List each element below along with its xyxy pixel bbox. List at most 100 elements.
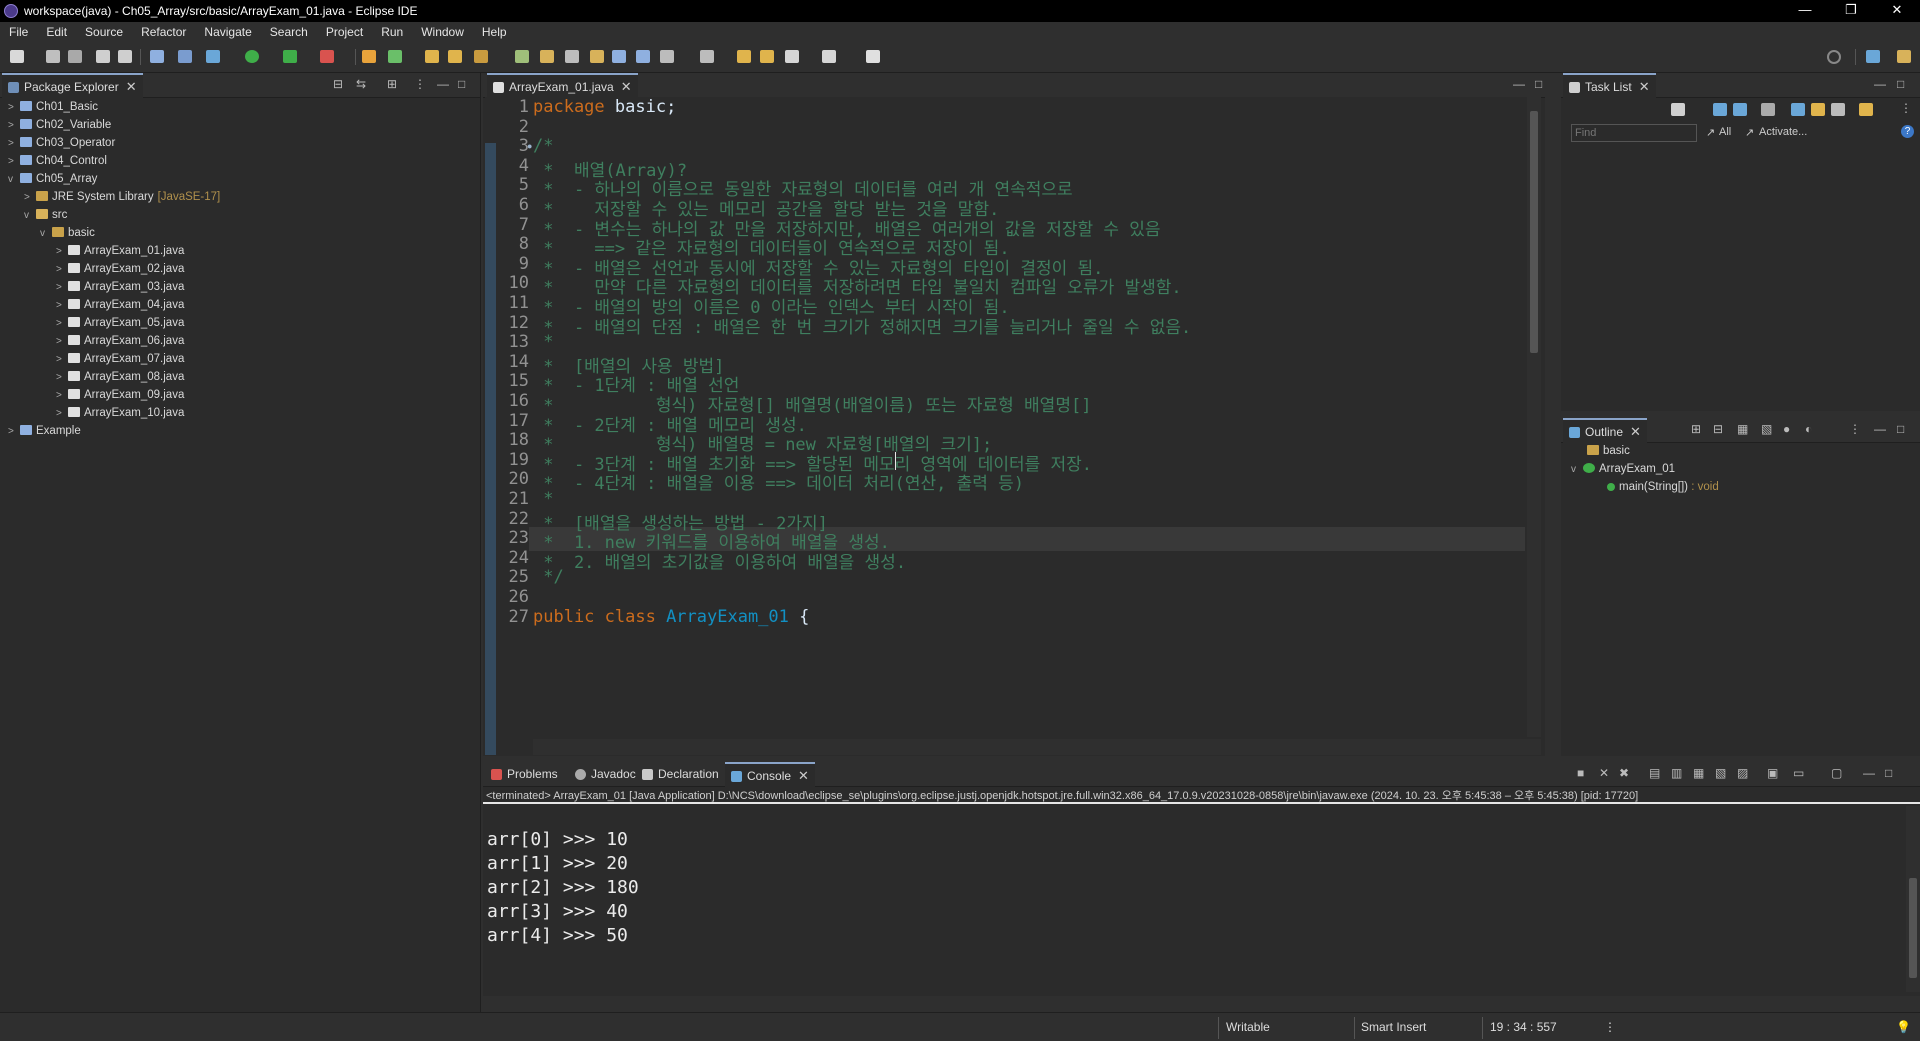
tab-javadoc[interactable]: Javadoc xyxy=(569,762,642,786)
clear-console-icon[interactable]: ▤ xyxy=(1649,766,1660,780)
scheduled-icon[interactable] xyxy=(1733,103,1747,116)
show-on-error-icon[interactable]: ▨ xyxy=(1737,766,1748,780)
close-icon[interactable]: ✕ xyxy=(798,768,809,784)
forward-icon[interactable] xyxy=(822,50,836,63)
tree-item[interactable]: > ArrayExam_08.java xyxy=(56,368,184,386)
menu-project[interactable]: Project xyxy=(317,25,372,39)
open-console-icon[interactable]: ▢ xyxy=(1831,766,1842,780)
collapse-icon[interactable] xyxy=(1831,103,1845,116)
pin-console-icon[interactable]: ▣ xyxy=(1767,766,1778,780)
chevron-right-icon[interactable]: > xyxy=(56,387,68,405)
new-icon[interactable] xyxy=(10,50,24,63)
tree-item[interactable]: > ArrayExam_10.java xyxy=(56,404,184,422)
menu-navigate[interactable]: Navigate xyxy=(195,25,260,39)
filters-icon[interactable]: ⊞ xyxy=(387,77,397,91)
scrollbar-thumb[interactable] xyxy=(1909,878,1917,978)
word-wrap-icon[interactable]: ▦ xyxy=(1693,766,1704,780)
search-tool-icon[interactable] xyxy=(474,50,488,63)
last-edit-icon[interactable] xyxy=(737,50,751,63)
maximize-view-icon[interactable]: □ xyxy=(458,77,465,91)
show-whitespace-icon[interactable] xyxy=(612,50,626,63)
collapse-all-icon[interactable]: ⊟ xyxy=(1713,422,1723,436)
hide-local-types-icon[interactable]: ◐ xyxy=(1805,422,1812,436)
debug-icon[interactable] xyxy=(206,50,220,63)
tab-problems[interactable]: Problems xyxy=(485,762,564,786)
categorized-icon[interactable] xyxy=(1713,103,1727,116)
redo-icon[interactable] xyxy=(118,50,132,63)
editor-horizontal-scrollbar[interactable] xyxy=(533,739,1541,755)
terminate-icon[interactable]: ■ xyxy=(1577,766,1584,780)
tree-item[interactable]: > ArrayExam_03.java xyxy=(56,278,184,296)
tree-item[interactable]: > ArrayExam_01.java xyxy=(56,242,184,260)
menu-refactor[interactable]: Refactor xyxy=(132,25,195,39)
chevron-right-icon[interactable]: > xyxy=(56,297,68,315)
chevron-down-icon[interactable]: v xyxy=(40,225,52,243)
tip-icon[interactable]: 💡 xyxy=(1896,1020,1911,1034)
tree-item[interactable]: > Ch01_Basic xyxy=(8,98,98,116)
open-task-icon[interactable] xyxy=(448,50,462,63)
new-java-project-icon[interactable] xyxy=(362,50,376,63)
tab-console[interactable]: Console ✕ xyxy=(725,762,815,788)
sync-icon[interactable] xyxy=(1859,103,1873,116)
chevron-down-icon[interactable]: v xyxy=(24,207,36,225)
minimize-view-icon[interactable]: — xyxy=(1874,422,1886,436)
hide-fields-icon[interactable]: ▦ xyxy=(1737,422,1748,436)
activate-link[interactable]: Activate... xyxy=(1759,126,1807,138)
focus-icon[interactable] xyxy=(1761,103,1775,116)
close-button[interactable]: ✕ xyxy=(1874,0,1920,22)
outline-item-package[interactable]: basic xyxy=(1587,442,1630,460)
code-editor[interactable]: 1 package basic; 2 3 ●/* 4 * 배열(Array)? 5 * - … xyxy=(485,97,1541,755)
minimize-view-icon[interactable]: — xyxy=(1863,766,1875,780)
chevron-right-icon[interactable]: > xyxy=(8,423,20,441)
tree-item[interactable]: > Example xyxy=(8,422,81,440)
collapse-all-icon[interactable]: ⊟ xyxy=(333,77,343,91)
chevron-right-icon[interactable]: > xyxy=(8,153,20,171)
status-menu-icon[interactable]: ⋮ xyxy=(1604,1020,1616,1034)
new-class-icon[interactable] xyxy=(388,50,402,63)
link-with-editor-icon[interactable]: ⇆ xyxy=(356,77,366,91)
tree-item[interactable]: v basic xyxy=(40,224,95,242)
chevron-down-icon[interactable]: v xyxy=(8,171,20,189)
close-icon[interactable]: ✕ xyxy=(1639,79,1650,95)
tree-item[interactable]: > ArrayExam_07.java xyxy=(56,350,184,368)
maximize-view-icon[interactable]: □ xyxy=(1897,422,1904,436)
hide-static-icon[interactable]: ▧ xyxy=(1761,422,1772,436)
remove-launch-icon[interactable]: ✕ xyxy=(1599,766,1609,780)
sort-icon[interactable]: ⊞ xyxy=(1691,422,1701,436)
chevron-right-icon[interactable]: > xyxy=(8,135,20,153)
find-task-input[interactable] xyxy=(1571,124,1697,142)
console-vertical-scrollbar[interactable] xyxy=(1906,806,1920,992)
outline-item-method[interactable]: main(String[]) : void xyxy=(1607,478,1719,496)
tree-item[interactable]: > ArrayExam_05.java xyxy=(56,314,184,332)
tree-item[interactable]: > JRE System Library [JavaSE-17] xyxy=(24,188,220,206)
tree-item[interactable]: > Ch02_Variable xyxy=(8,116,111,134)
sort-icon[interactable] xyxy=(1811,103,1825,116)
toggle-mark-icon[interactable] xyxy=(515,50,529,63)
back-icon[interactable] xyxy=(785,50,799,63)
minimize-button[interactable]: — xyxy=(1782,0,1828,22)
close-icon[interactable]: ✕ xyxy=(126,79,137,95)
chevron-right-icon[interactable]: > xyxy=(56,279,68,297)
hide-completed-icon[interactable] xyxy=(1791,103,1805,116)
word-wrap-icon[interactable] xyxy=(590,50,604,63)
toggle-block-icon[interactable] xyxy=(565,50,579,63)
new-task-icon[interactable] xyxy=(1671,103,1685,116)
outline-item-class[interactable]: v ArrayExam_01 xyxy=(1571,460,1675,478)
chevron-right-icon[interactable]: > xyxy=(8,117,20,135)
view-menu-icon[interactable]: ⋮ xyxy=(1849,422,1861,436)
open-console-icon[interactable] xyxy=(150,50,164,63)
menu-file[interactable]: File xyxy=(0,25,37,39)
chevron-right-icon[interactable]: > xyxy=(56,261,68,279)
forward-history-icon[interactable] xyxy=(760,50,774,63)
tree-item[interactable]: > ArrayExam_06.java xyxy=(56,332,184,350)
tree-item[interactable]: v src xyxy=(24,206,67,224)
edit-icon[interactable] xyxy=(540,50,554,63)
java-perspective-icon[interactable] xyxy=(1897,50,1911,63)
tree-item[interactable]: > ArrayExam_04.java xyxy=(56,296,184,314)
maximize-view-icon[interactable]: □ xyxy=(1885,766,1892,780)
tree-item[interactable]: > ArrayExam_09.java xyxy=(56,386,184,404)
scroll-lock-icon[interactable]: ▥ xyxy=(1671,766,1682,780)
tab-task-list[interactable]: Task List ✕ xyxy=(1563,73,1656,99)
console-horizontal-scrollbar[interactable] xyxy=(483,996,1920,1012)
search-icon[interactable] xyxy=(1827,50,1841,64)
